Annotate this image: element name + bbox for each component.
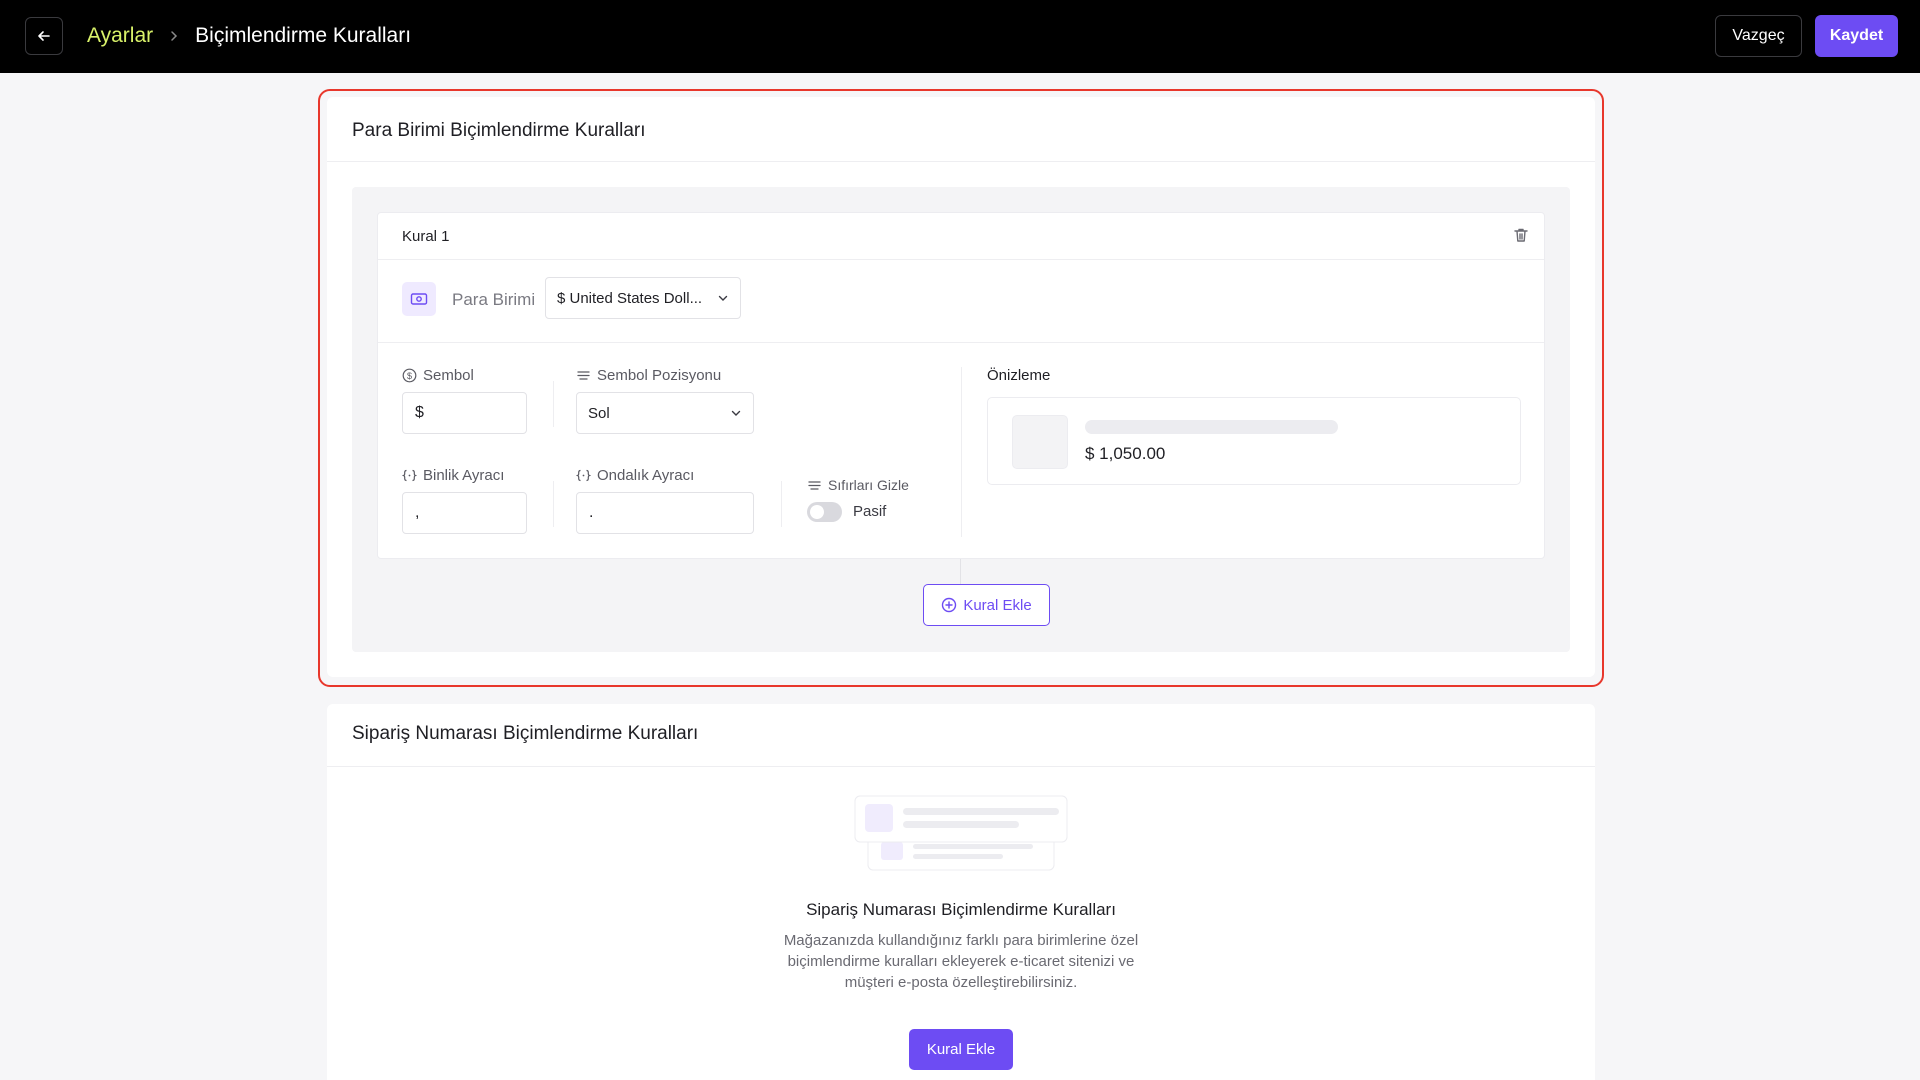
breadcrumb-current: Biçimlendirme Kuralları bbox=[195, 24, 412, 47]
divider bbox=[327, 766, 1595, 767]
top-bar: Ayarlar Biçimlendirme Kuralları Vazgeç K… bbox=[0, 0, 1920, 73]
order-section-title: Sipariş Numarası Biçimlendirme Kuralları bbox=[352, 723, 699, 744]
breadcrumb: Ayarlar Biçimlendirme Kuralları bbox=[87, 22, 411, 50]
add-order-rule-button[interactable]: Kural Ekle bbox=[909, 1029, 1013, 1070]
empty-state-description: Mağazanızda kullandığınız farklı para bi… bbox=[783, 932, 1139, 991]
save-button[interactable]: Kaydet bbox=[1815, 15, 1898, 57]
cancel-button[interactable]: Vazgeç bbox=[1715, 15, 1802, 57]
empty-state-title: Sipariş Numarası Biçimlendirme Kuralları bbox=[806, 900, 1116, 919]
empty-state-illustration bbox=[854, 795, 1068, 871]
chevron-right-icon bbox=[169, 30, 179, 42]
highlight-frame bbox=[318, 89, 1604, 687]
arrow-left-icon bbox=[38, 31, 50, 41]
order-number-rules-card: Sipariş Numarası Biçimlendirme Kuralları… bbox=[327, 704, 1595, 1080]
back-button[interactable] bbox=[25, 17, 63, 55]
breadcrumb-parent[interactable]: Ayarlar bbox=[87, 24, 153, 48]
